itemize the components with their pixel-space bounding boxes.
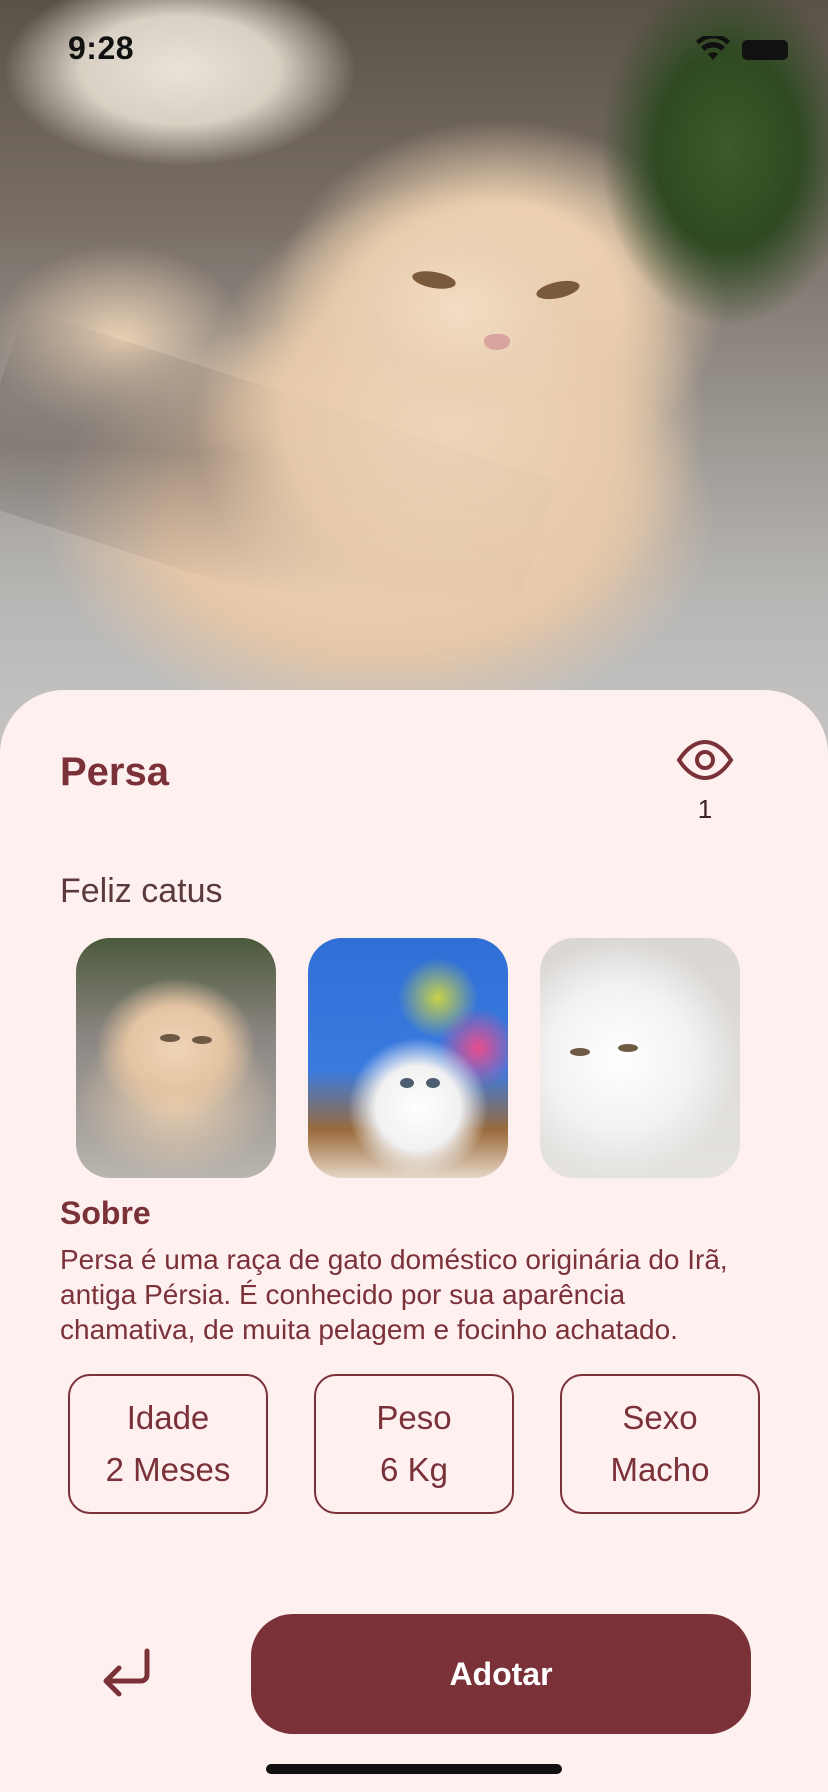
status-bar: 9:28 (0, 0, 828, 100)
stat-sex: Sexo Macho (560, 1374, 760, 1514)
photo-gallery (76, 938, 740, 1178)
gallery-photo-1[interactable] (76, 938, 276, 1178)
details-sheet: Persa 1 Feliz catus Sobre Persa é uma ra… (0, 690, 828, 1792)
battery-icon (742, 40, 788, 60)
pet-stats: Idade 2 Meses Peso 6 Kg Sexo Macho (68, 1374, 760, 1514)
return-arrow-icon (103, 1648, 150, 1697)
photo-detail (570, 1048, 590, 1056)
photo-detail (426, 1078, 440, 1088)
gallery-photo-2[interactable] (308, 938, 508, 1178)
photo-detail (192, 1036, 212, 1044)
status-time: 9:28 (68, 30, 135, 66)
pet-name: Persa (60, 750, 169, 794)
photo-detail (160, 1034, 180, 1042)
views-counter[interactable]: 1 (670, 740, 740, 825)
adopt-button[interactable]: Adotar (251, 1614, 751, 1734)
stat-value: Macho (610, 1451, 710, 1488)
about-heading: Sobre (60, 1195, 151, 1231)
cat-body (130, 90, 750, 690)
back-button[interactable] (92, 1642, 162, 1702)
cat-nose (484, 334, 510, 350)
eye-icon (676, 740, 734, 780)
stat-value: 2 Meses (105, 1451, 231, 1488)
stat-value: 6 Kg (380, 1451, 448, 1488)
photo-detail (618, 1044, 638, 1052)
stat-age: Idade 2 Meses (68, 1374, 268, 1514)
stat-weight: Peso 6 Kg (314, 1374, 514, 1514)
stat-label: Sexo (622, 1399, 698, 1436)
about-description: Persa é uma raça de gato doméstico origi… (60, 1244, 728, 1345)
views-count: 1 (697, 794, 713, 824)
gallery-photo-3[interactable] (540, 938, 740, 1178)
pet-subtitle: Feliz catus (60, 872, 223, 910)
stat-label: Peso (376, 1399, 452, 1436)
photo-detail (400, 1078, 414, 1088)
wifi-icon (696, 36, 730, 60)
hero-cat-photo (0, 0, 828, 760)
home-indicator[interactable] (266, 1764, 562, 1774)
stat-label: Idade (126, 1399, 210, 1436)
